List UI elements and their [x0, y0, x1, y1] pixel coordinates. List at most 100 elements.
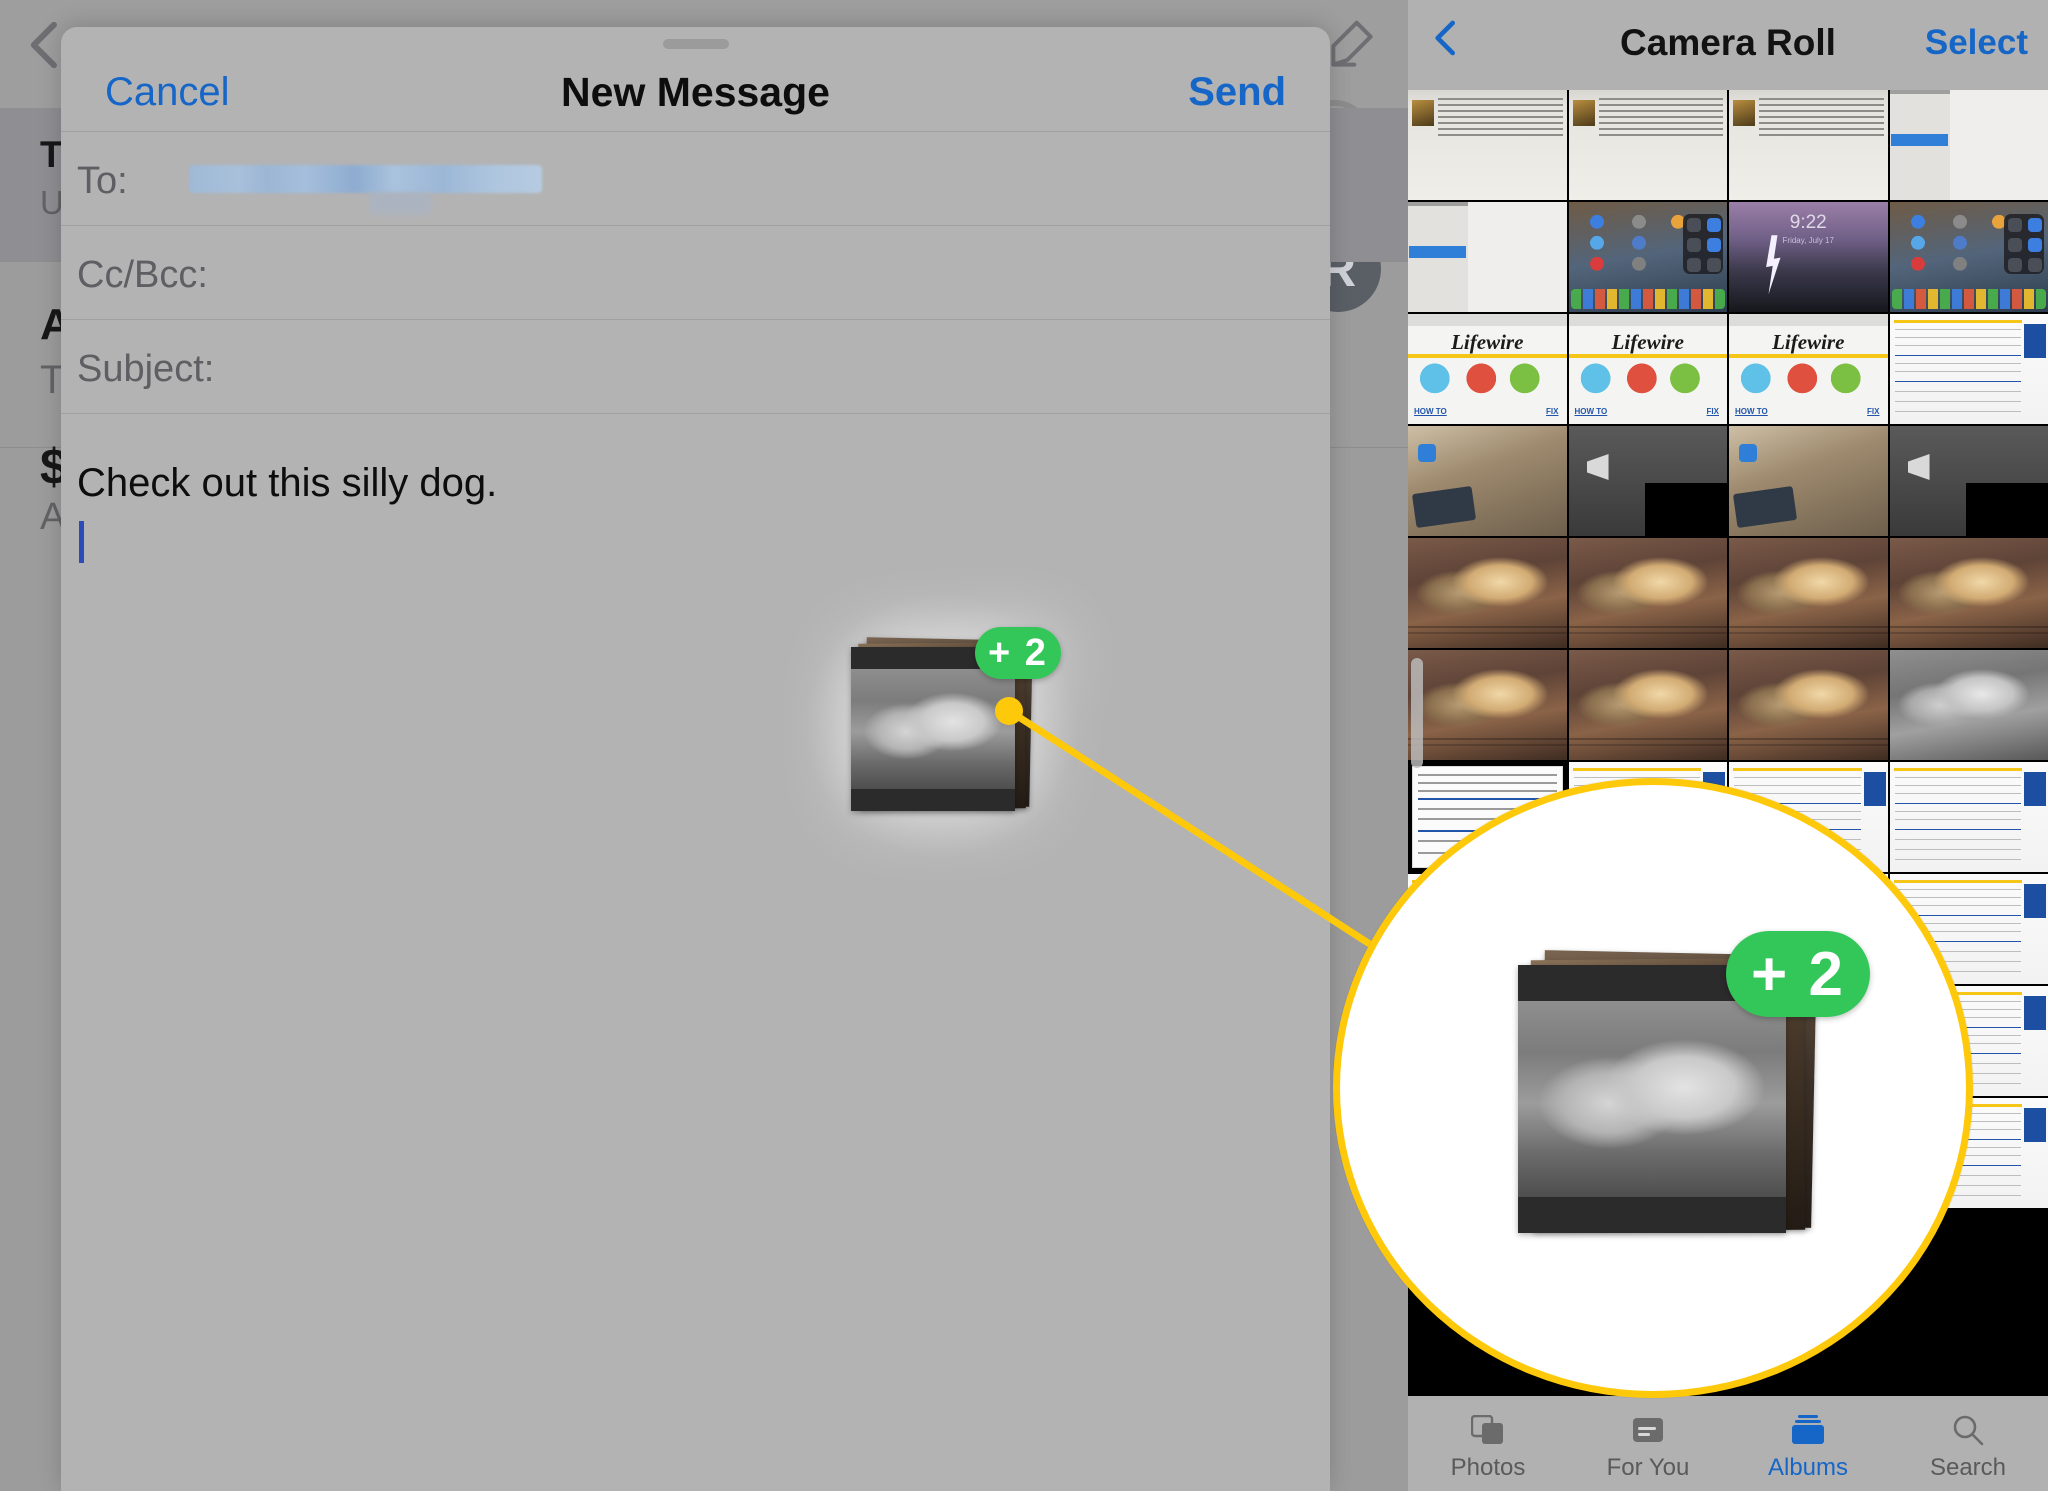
magnifier-circle: + 2 — [1333, 778, 1973, 1398]
app-badge-icon — [1418, 444, 1436, 462]
photo-thumbnail[interactable] — [1889, 426, 2048, 536]
couch-seam — [1729, 626, 1888, 629]
laptop-shape — [1411, 485, 1477, 529]
photo-thumbnail[interactable] — [1729, 426, 1888, 536]
lifewire-logo: Lifewire — [1772, 330, 1845, 354]
photo-thumbnail[interactable]: 9:22 Friday, July 17 — [1729, 202, 1888, 312]
photo-thumbnail[interactable]: Lifewire HOW TO FIX — [1729, 314, 1888, 424]
photo-thumbnail[interactable] — [1729, 650, 1888, 760]
dock — [1570, 289, 1725, 309]
subject-field[interactable]: Subject: — [61, 320, 1330, 414]
couch-seam — [1568, 626, 1727, 629]
drag-count-badge: + 2 — [975, 627, 1061, 679]
category-label-fix: FIX — [1706, 407, 1719, 416]
couch-seam — [1729, 738, 1888, 741]
dragged-photo-stack[interactable]: + 2 — [799, 587, 1083, 863]
search-icon — [1888, 1408, 2048, 1452]
photo-thumbnail[interactable] — [1889, 650, 2048, 760]
compose-pencil-icon[interactable] — [1324, 18, 1380, 74]
photo-thumbnail[interactable]: Lifewire HOW TO FIX — [1408, 314, 1567, 424]
divider — [1408, 354, 1567, 358]
photo-thumbnail[interactable] — [1729, 90, 1888, 200]
photo-thumbnail[interactable] — [1408, 90, 1567, 200]
tab-label: Search — [1929, 1454, 2007, 1481]
couch-seam — [1568, 738, 1727, 741]
photo-thumbnail[interactable] — [1729, 538, 1888, 648]
recipient-chip-smudge — [369, 192, 431, 214]
megaphone-icon — [1586, 454, 1609, 480]
photos-stack-icon — [1408, 1408, 1568, 1452]
photo-letterbox-bottom — [1518, 1197, 1786, 1233]
screenshot-root: R Th U A To $ A Cancel New Message Send — [0, 0, 2048, 1491]
category-label-how-to: HOW TO — [1574, 407, 1608, 416]
text-cursor — [79, 521, 84, 563]
lifewire-logo: Lifewire — [1451, 330, 1524, 354]
article-illustrations — [1731, 360, 1886, 394]
megaphone-icon — [1907, 454, 1930, 480]
category-label-how-to: HOW TO — [1414, 407, 1447, 416]
photo-thumbnail[interactable] — [1568, 426, 1727, 536]
couch-seam — [1408, 626, 1567, 629]
magnified-photo-stack: + 2 — [1518, 931, 1870, 1239]
select-button[interactable]: Select — [1925, 23, 2028, 63]
browser-chrome — [1729, 314, 1888, 326]
photo-thumbnail[interactable] — [1889, 314, 2048, 424]
photo-thumbnail[interactable] — [1568, 650, 1727, 760]
photos-nav-bar: Camera Roll Select — [1408, 0, 2048, 90]
photo-letterbox-bottom — [851, 789, 1015, 811]
tab-albums[interactable]: Albums — [1728, 1408, 1888, 1482]
scrollbar[interactable] — [1411, 658, 1423, 768]
recipient-chip-redacted — [189, 165, 542, 193]
letterbox-block — [1965, 483, 2048, 536]
for-you-card-icon — [1568, 1408, 1728, 1452]
photo-thumbnail[interactable]: Lifewire HOW TO FIX — [1568, 314, 1727, 424]
photos-tab-bar: Photos For You Albums Search — [1408, 1396, 2048, 1491]
photo-thumbnail[interactable] — [1408, 426, 1567, 536]
photo-thumbnail[interactable] — [1408, 202, 1567, 312]
lifewire-logo: Lifewire — [1611, 330, 1684, 354]
app-badge-icon — [1739, 444, 1757, 462]
message-body-text: Check out this silly dog. — [77, 461, 498, 505]
cc-bcc-field-label: Cc/Bcc: — [77, 254, 208, 296]
browser-chrome — [1408, 314, 1567, 326]
tab-photos[interactable]: Photos — [1408, 1408, 1568, 1482]
photo-thumbnail[interactable] — [1568, 538, 1727, 648]
cc-bcc-field[interactable]: Cc/Bcc: — [61, 226, 1330, 320]
compose-header: Cancel New Message Send — [61, 27, 1330, 132]
couch-seam — [1408, 738, 1567, 741]
page-title: New Message — [561, 69, 830, 115]
tab-for-you[interactable]: For You — [1568, 1408, 1728, 1482]
laptop-shape — [1732, 485, 1798, 529]
send-button[interactable]: Send — [1188, 70, 1286, 115]
browser-chrome — [1568, 314, 1727, 326]
to-field-label: To: — [77, 160, 128, 202]
dock — [1891, 289, 2046, 309]
photo-thumbnail[interactable] — [1408, 538, 1567, 648]
control-center-panel — [2004, 214, 2044, 274]
albums-book-icon — [1728, 1408, 1888, 1452]
lock-screen-date: Friday, July 17 — [1782, 236, 1834, 245]
photo-thumbnail[interactable] — [1568, 90, 1727, 200]
new-message-compose-sheet: Cancel New Message Send To: Cc/Bcc: Subj… — [61, 27, 1330, 1491]
photo-thumbnail[interactable] — [1568, 202, 1727, 312]
photo-thumbnail[interactable] — [1408, 650, 1567, 760]
magnified-count-badge: + 2 — [1726, 931, 1870, 1017]
dog-photo-bw — [851, 669, 1015, 789]
tab-label: Photos — [1450, 1454, 1526, 1481]
tab-search[interactable]: Search — [1888, 1408, 2048, 1482]
control-center-panel — [1683, 214, 1723, 274]
photo-thumbnail[interactable] — [1889, 202, 2048, 312]
photo-thumbnail[interactable] — [1889, 90, 2048, 200]
message-body-input[interactable]: Check out this silly dog. — [61, 441, 1330, 1491]
lock-screen-time: 9:22 — [1789, 212, 1827, 233]
divider — [1568, 354, 1727, 358]
article-illustrations — [1570, 360, 1725, 394]
mail-app-pane: R Th U A To $ A Cancel New Message Send — [0, 0, 1408, 1491]
divider — [1729, 354, 1888, 358]
magnifier-content: + 2 — [1340, 785, 1966, 1391]
to-field[interactable]: To: — [61, 132, 1330, 226]
category-label-how-to: HOW TO — [1735, 407, 1768, 416]
callout-dot — [995, 697, 1023, 725]
tab-label: For You — [1606, 1454, 1690, 1481]
photo-thumbnail[interactable] — [1889, 538, 2048, 648]
